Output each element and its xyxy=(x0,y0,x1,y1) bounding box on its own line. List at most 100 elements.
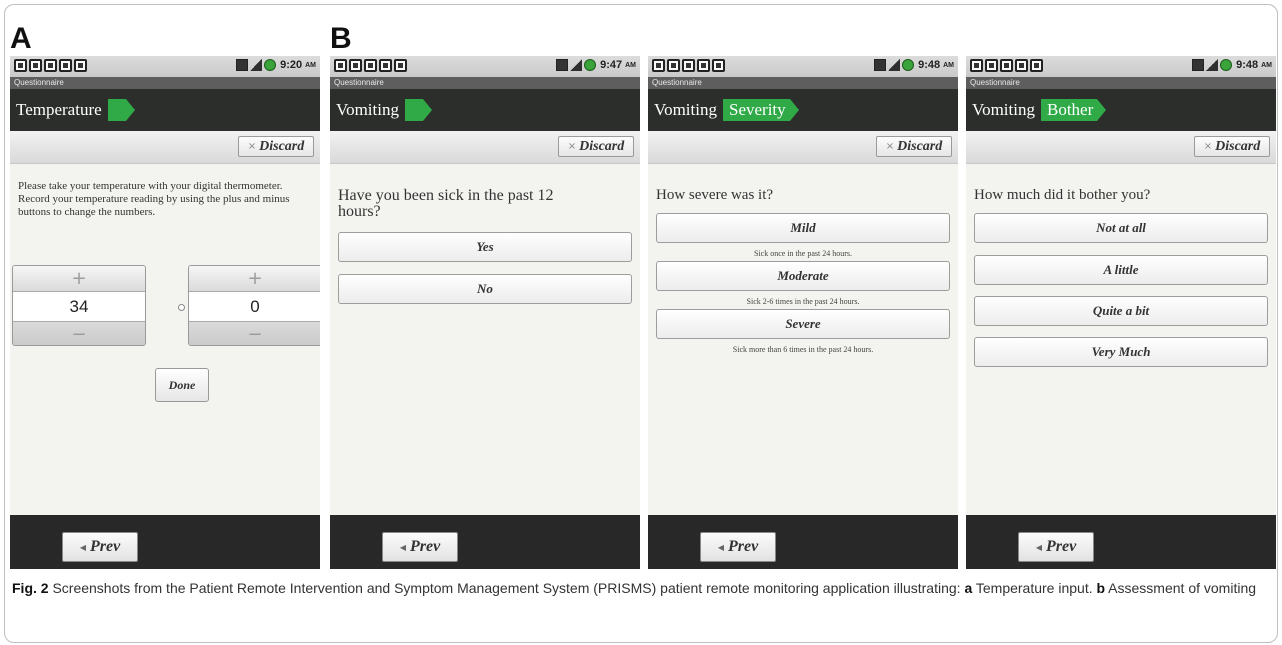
status-bar: 9:20 AM xyxy=(10,56,320,77)
breadcrumb: Vomiting Bother xyxy=(972,99,1107,121)
notification-icon xyxy=(29,59,42,72)
prev-label: Prev xyxy=(89,538,121,555)
prev-button[interactable]: ◀ Prev xyxy=(700,532,776,562)
chevron-left-icon: ◀ xyxy=(79,542,86,552)
discard-button[interactable]: × Discard xyxy=(1194,136,1270,157)
notification-icon xyxy=(1030,59,1043,72)
status-time: 9:20 xyxy=(280,59,303,71)
chevron-left-icon: ◀ xyxy=(1035,542,1042,552)
status-bar: 9:48 AM xyxy=(648,56,958,77)
prev-button[interactable]: ◀ Prev xyxy=(382,532,458,562)
answer-not-at-all-button[interactable]: Not at all xyxy=(974,213,1268,243)
battery-icon xyxy=(584,59,597,71)
notification-icon xyxy=(334,59,347,72)
answer-quite-a-bit-button[interactable]: Quite a bit xyxy=(974,296,1268,326)
status-time: 9:47 xyxy=(600,59,623,71)
question-text: How severe was it? xyxy=(656,187,774,203)
chevron-right-icon xyxy=(125,99,135,121)
chevron-left-icon: ◀ xyxy=(717,542,724,552)
breadcrumb: Vomiting Severity xyxy=(654,99,799,121)
notification-icon xyxy=(394,59,407,72)
notification-icon xyxy=(712,59,725,72)
bottom-bar: ◀ Prev xyxy=(648,515,958,569)
status-time: 9:48 xyxy=(1236,59,1259,71)
answer-mild-button[interactable]: Mild xyxy=(656,213,950,243)
notification-icon xyxy=(1000,59,1013,72)
close-icon: × xyxy=(1203,141,1213,152)
notification-icon xyxy=(970,59,983,72)
close-icon: × xyxy=(885,141,895,152)
answer-mild-note: Sick once in the past 24 hours. xyxy=(754,249,852,258)
title-bar: Vomiting Severity xyxy=(648,89,958,131)
decrement-button[interactable]: − xyxy=(13,322,145,345)
notification-icon xyxy=(349,59,362,72)
breadcrumb-item: Temperature xyxy=(16,100,102,119)
action-bar: × Discard xyxy=(966,131,1276,164)
panel-label-b: B xyxy=(330,22,352,55)
notification-icon xyxy=(379,59,392,72)
whole-number-stepper: + 34 − xyxy=(12,265,146,346)
phone-screen-bother: 9:48 AM Questionnaire Vomiting Bother × … xyxy=(966,56,1276,569)
app-name: Questionnaire xyxy=(966,77,1276,89)
stepper-value[interactable]: 34 xyxy=(13,291,145,322)
stepper-value[interactable]: 0 xyxy=(189,291,320,322)
notification-icon xyxy=(74,59,87,72)
answer-very-much-button[interactable]: Very Much xyxy=(974,337,1268,367)
done-button[interactable]: Done xyxy=(155,368,209,402)
status-bar: 9:47 AM xyxy=(330,56,640,77)
notification-icon xyxy=(697,59,710,72)
title-bar: Vomiting xyxy=(330,89,640,131)
notification-icon xyxy=(44,59,57,72)
title-bar: Temperature xyxy=(10,89,320,131)
decimal-point xyxy=(178,304,185,311)
signal-icon xyxy=(888,59,901,71)
notification-icon xyxy=(364,59,377,72)
bottom-bar: ◀ Prev xyxy=(10,515,320,569)
discard-label: Discard xyxy=(1215,138,1261,154)
instruction-text: Please take your temperature with your d… xyxy=(18,180,290,218)
caption-b-label: b xyxy=(1096,580,1106,596)
app-name: Questionnaire xyxy=(10,77,320,89)
question-text: Have you been sick in the past 12 hours? xyxy=(338,187,554,220)
close-icon: × xyxy=(567,141,577,152)
bottom-bar: ◀ Prev xyxy=(330,515,640,569)
answer-a-little-button[interactable]: A little xyxy=(974,255,1268,285)
chevron-right-icon xyxy=(789,99,799,121)
answer-severe-button[interactable]: Severe xyxy=(656,309,950,339)
caption-b-text: Assessment of vomiting xyxy=(1105,580,1257,596)
discard-label: Discard xyxy=(897,138,943,154)
chevron-left-icon: ◀ xyxy=(399,542,406,552)
battery-icon xyxy=(264,59,277,71)
answer-yes-button[interactable]: Yes xyxy=(338,232,632,262)
phone-screen-severity: 9:48 AM Questionnaire Vomiting Severity … xyxy=(648,56,958,569)
status-ampm: AM xyxy=(943,61,954,69)
notification-icon xyxy=(682,59,695,72)
signal-icon xyxy=(250,59,263,71)
battery-icon xyxy=(1220,59,1233,71)
discard-button[interactable]: × Discard xyxy=(558,136,634,157)
increment-button[interactable]: + xyxy=(13,266,145,291)
prev-button[interactable]: ◀ Prev xyxy=(1018,532,1094,562)
battery-icon xyxy=(902,59,915,71)
caption-fig-label: Fig. 2 xyxy=(12,580,49,596)
bottom-bar: ◀ Prev xyxy=(966,515,1276,569)
status-time: 9:48 xyxy=(918,59,941,71)
question-text: How much did it bother you? xyxy=(974,187,1151,203)
action-bar: × Discard xyxy=(10,131,320,164)
answer-moderate-button[interactable]: Moderate xyxy=(656,261,950,291)
discard-button[interactable]: × Discard xyxy=(238,136,314,157)
network-icon xyxy=(1192,59,1205,71)
title-bar: Vomiting Bother xyxy=(966,89,1276,131)
app-name: Questionnaire xyxy=(330,77,640,89)
breadcrumb-chevron xyxy=(404,99,423,121)
answer-no-button[interactable]: No xyxy=(338,274,632,304)
signal-icon xyxy=(570,59,583,71)
discard-button[interactable]: × Discard xyxy=(876,136,952,157)
caption-a-text: Temperature input. xyxy=(972,580,1097,596)
increment-button[interactable]: + xyxy=(189,266,320,291)
decimal-stepper: + 0 − xyxy=(188,265,320,346)
prev-button[interactable]: ◀ Prev xyxy=(62,532,138,562)
decrement-button[interactable]: − xyxy=(189,322,320,345)
chevron-right-icon xyxy=(422,99,432,121)
signal-icon xyxy=(1206,59,1219,71)
